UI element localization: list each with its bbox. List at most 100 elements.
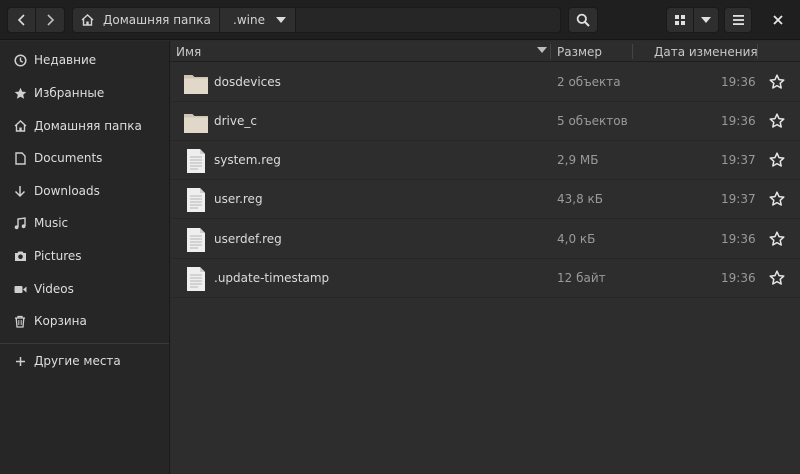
text-file-icon [187, 188, 205, 212]
plus-icon [13, 354, 27, 368]
breadcrumb-home-label: Домашняя папка [103, 13, 211, 27]
file-size: 5 объектов [557, 114, 628, 128]
star-icon[interactable] [769, 231, 785, 247]
close-icon [773, 15, 783, 25]
search-button[interactable] [568, 7, 598, 33]
star-icon[interactable] [769, 270, 785, 286]
file-modified: 19:37 [721, 192, 756, 206]
breadcrumb-current[interactable]: .wine [220, 7, 296, 33]
chevron-left-icon [17, 14, 25, 26]
file-modified: 19:37 [721, 153, 756, 167]
file-name: user.reg [214, 192, 263, 206]
back-button[interactable] [7, 7, 36, 33]
star-icon [13, 86, 27, 100]
file-row[interactable]: .update-timestamp 12 байт 19:36 [171, 259, 800, 298]
star-icon[interactable] [769, 191, 785, 207]
column-header: Имя Размер Дата изменения [171, 41, 800, 62]
column-divider [757, 44, 758, 59]
sort-arrow-icon [537, 47, 547, 53]
file-name: system.reg [214, 153, 281, 167]
camera-icon [13, 249, 27, 263]
grid-view-icon [675, 15, 685, 25]
sidebar-item-label: Documents [34, 151, 103, 165]
column-size-label: Размер [557, 44, 603, 59]
sidebar-item-label: Music [34, 216, 69, 230]
document-icon [13, 151, 27, 165]
file-row[interactable]: drive_c 5 объектов 19:36 [171, 102, 800, 141]
folder-icon [184, 75, 208, 94]
star-icon[interactable] [769, 74, 785, 90]
sidebar-item-downloads[interactable]: Downloads [0, 177, 169, 205]
folder-icon [184, 114, 208, 133]
column-date-label: Дата изменения [654, 44, 758, 59]
clock-icon [13, 53, 27, 67]
star-icon[interactable] [769, 113, 785, 129]
breadcrumb-current-label: .wine [233, 13, 265, 27]
forward-button[interactable] [36, 7, 65, 33]
sidebar-item-music[interactable]: Music [0, 209, 169, 237]
sidebar-item-label: Другие места [34, 354, 121, 368]
sidebar-item-pictures[interactable]: Pictures [0, 242, 169, 270]
file-size: 4,0 кБ [557, 232, 596, 246]
sidebar-item-label: Избранные [34, 86, 105, 100]
header-bar: Домашняя папка .wine [0, 0, 800, 40]
sidebar-item-starred[interactable]: Избранные [0, 79, 169, 107]
text-file-icon [187, 228, 205, 252]
dropdown-arrow-icon [701, 17, 711, 23]
sidebar-divider [0, 343, 169, 344]
trash-icon [13, 314, 27, 328]
file-size: 12 байт [557, 271, 606, 285]
hamburger-menu-icon [732, 15, 744, 25]
grid-view-button[interactable] [666, 7, 694, 33]
file-name: drive_c [214, 114, 257, 128]
file-name: userdef.reg [214, 232, 282, 246]
column-name-label: Имя [176, 44, 202, 59]
file-row[interactable]: dosdevices 2 объекта 19:36 [171, 63, 800, 102]
sidebar-item-label: Pictures [34, 249, 82, 263]
video-icon [13, 282, 27, 296]
file-row[interactable]: user.reg 43,8 кБ 19:37 [171, 180, 800, 219]
sidebar-item-other-locations[interactable]: Другие места [0, 347, 169, 375]
sidebar-item-videos[interactable]: Videos [0, 275, 169, 303]
sidebar-item-label: Downloads [34, 184, 100, 198]
search-icon [576, 13, 590, 27]
file-modified: 19:36 [721, 114, 756, 128]
column-divider [632, 44, 633, 59]
column-size[interactable]: Размер [557, 41, 602, 62]
sidebar-item-trash[interactable]: Корзина [0, 307, 169, 335]
music-icon [13, 216, 27, 230]
file-size: 2 объекта [557, 75, 621, 89]
column-divider [550, 44, 551, 59]
file-list: Имя Размер Дата изменения dosdevices 2 о… [171, 41, 800, 474]
sidebar-item-label: Корзина [34, 314, 87, 328]
sidebar: Недавние Избранные Домашняя папка Docume… [0, 41, 170, 474]
breadcrumb-home[interactable]: Домашняя папка [72, 7, 220, 33]
main-menu-button[interactable] [724, 7, 752, 33]
column-date[interactable]: Дата изменения [654, 41, 758, 62]
file-modified: 19:36 [721, 75, 756, 89]
file-name: .update-timestamp [214, 271, 330, 285]
location-bar-empty[interactable] [296, 7, 561, 33]
view-options-button[interactable] [694, 7, 719, 33]
download-icon [13, 184, 27, 198]
file-size: 43,8 кБ [557, 192, 604, 206]
sidebar-item-label: Домашняя папка [34, 119, 142, 133]
column-name[interactable]: Имя [176, 41, 550, 62]
sidebar-item-documents[interactable]: Documents [0, 144, 169, 172]
file-row[interactable]: system.reg 2,9 МБ 19:37 [171, 141, 800, 180]
file-name: dosdevices [214, 75, 281, 89]
home-icon [81, 14, 94, 26]
sidebar-item-recent[interactable]: Недавние [0, 46, 169, 74]
star-icon[interactable] [769, 152, 785, 168]
sidebar-item-home[interactable]: Домашняя папка [0, 112, 169, 140]
file-modified: 19:36 [721, 232, 756, 246]
sidebar-item-label: Videos [34, 282, 74, 296]
dropdown-arrow-icon[interactable] [276, 17, 286, 23]
close-window-button[interactable] [766, 8, 790, 32]
file-row[interactable]: userdef.reg 4,0 кБ 19:36 [171, 220, 800, 259]
file-size: 2,9 МБ [557, 153, 599, 167]
text-file-icon [187, 267, 205, 291]
text-file-icon [187, 149, 205, 173]
chevron-right-icon [47, 14, 55, 26]
file-modified: 19:36 [721, 271, 756, 285]
